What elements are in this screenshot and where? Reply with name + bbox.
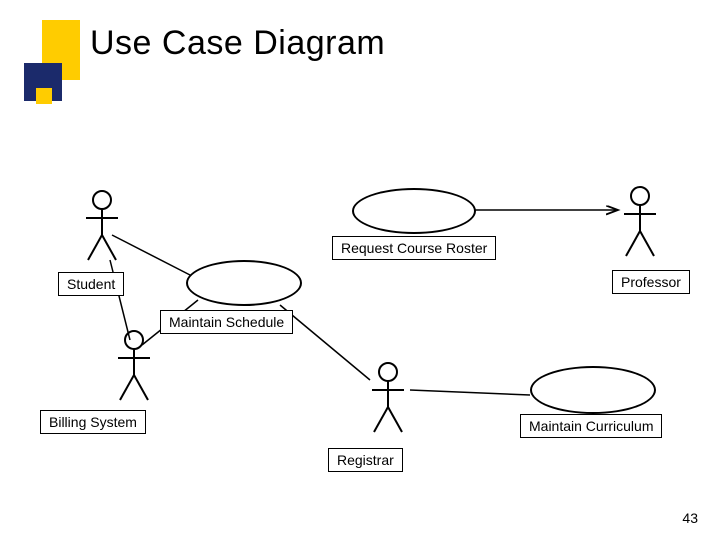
actor-registrar-label: Registrar	[328, 448, 403, 472]
actor-billing-system-icon	[114, 330, 154, 402]
usecase-maintain-curriculum-label: Maintain Curriculum	[520, 414, 662, 438]
slide-number: 43	[682, 510, 698, 526]
actor-registrar-icon	[368, 362, 408, 434]
usecase-maintain-schedule-label: Maintain Schedule	[160, 310, 293, 334]
actor-professor-label: Professor	[612, 270, 690, 294]
usecase-maintain-curriculum-shape	[530, 366, 656, 414]
usecase-request-course-roster-shape	[352, 188, 476, 234]
usecase-request-course-roster-label: Request Course Roster	[332, 236, 496, 260]
actor-billing-system-label: Billing System	[40, 410, 146, 434]
actor-student-label: Student	[58, 272, 124, 296]
use-case-diagram-slide: Use Case Diagram Student	[0, 0, 720, 540]
actor-student-icon	[82, 190, 122, 262]
actor-professor-icon	[620, 186, 660, 258]
usecase-maintain-schedule-shape	[186, 260, 302, 306]
